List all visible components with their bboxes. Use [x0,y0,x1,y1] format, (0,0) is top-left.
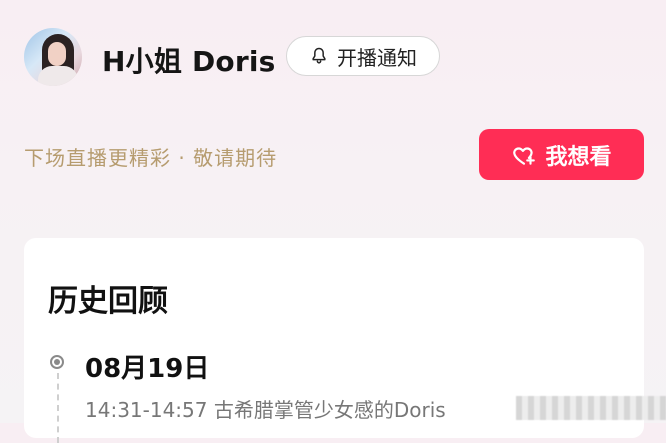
avatar-body [38,66,78,86]
schedule-text: 下场直播更精彩 · 敬请期待 [24,146,278,170]
want-to-watch-label: 我想看 [545,144,612,170]
bell-icon [309,46,329,66]
timeline-dot-icon [50,355,64,369]
avatar-face [48,42,66,66]
heart-plus-icon [511,142,537,168]
blurred-watermark [516,396,666,420]
host-name: H小姐 Doris [102,45,276,78]
notify-label: 开播通知 [337,45,417,70]
host-header: H小姐 Doris 开播通知 [24,28,642,88]
history-item-detail[interactable]: 14:31-14:57 古希腊掌管少女感的Doris [85,394,446,423]
want-to-watch-button[interactable]: 我想看 [479,129,644,180]
history-title: 历史回顾 [48,284,168,319]
timeline-line [57,373,59,443]
history-item-date[interactable]: 08月19日 [85,348,209,385]
avatar[interactable] [24,28,82,86]
notify-button[interactable]: 开播通知 [286,36,440,76]
